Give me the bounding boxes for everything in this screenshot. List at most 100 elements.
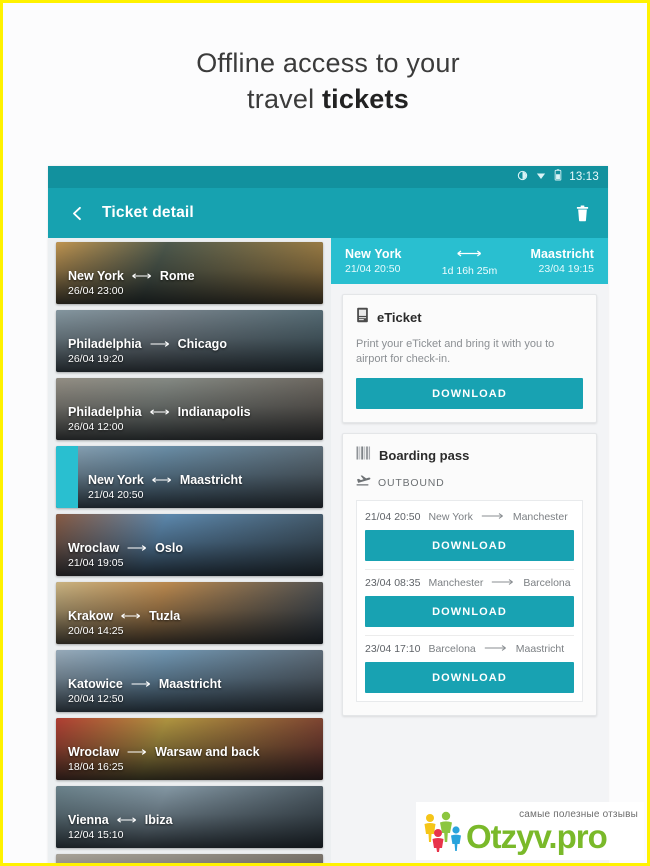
watermark: самые полезные отзывы Otzyv.pro <box>416 802 644 860</box>
route-destination-city: Maastricht <box>530 247 594 261</box>
segment-arrow-icon <box>484 643 508 655</box>
ticket-card-origin: Krakow <box>68 609 114 623</box>
ticket-card-destination: Indianapolis <box>177 405 251 419</box>
ticket-card-origin: New York <box>68 269 124 283</box>
app-body: New York Rome 26/04 23:00 Philadelphia Chica… <box>48 238 608 863</box>
ticket-card-selected-indicator <box>56 446 78 508</box>
status-bar: 13:13 <box>48 166 608 188</box>
eticket-card-header: eTicket <box>356 307 583 328</box>
boarding-pass-segments: 21/04 20:50 New York Manchester DOWNLOAD 23/… <box>356 500 583 702</box>
wifi-icon <box>535 168 547 186</box>
plane-takeoff-icon <box>356 474 371 492</box>
ticket-card-text: Philadelphia Indianapolis 26/04 12:00 <box>56 405 251 433</box>
ticket-card-origin: Katowice <box>68 677 123 691</box>
ticket-card-destination: Tuzla <box>149 609 181 623</box>
page-root: Offline access to your travel tickets 13… <box>0 0 650 866</box>
ticket-card-text: Wroclaw Oslo 21/04 19:05 <box>56 541 183 569</box>
segment-destination: Maastricht <box>515 643 565 655</box>
ticket-card-text: Krakow Tuzla 20/04 14:25 <box>56 609 180 637</box>
boarding-pass-segment: 21/04 20:50 New York Manchester DOWNLOAD <box>365 504 574 570</box>
ticket-card[interactable]: Vienna Ibiza 12/04 15:10 <box>56 786 323 848</box>
ticket-card-datetime: 20/04 14:25 <box>68 625 124 637</box>
barcode-icon <box>356 446 371 465</box>
segment-origin: Barcelona <box>428 643 476 655</box>
segment-route: 23/04 08:35 Manchester Barcelona <box>365 577 574 589</box>
route-origin-time: 21/04 20:50 <box>345 263 401 275</box>
boarding-pass-title: Boarding pass <box>379 448 470 463</box>
ticket-detail-pane: New York 21/04 20:50 1d 16h 25m Maastric… <box>331 238 608 863</box>
ticket-card-datetime: 18/04 16:25 <box>68 761 124 773</box>
segment-download-button[interactable]: DOWNLOAD <box>365 530 574 561</box>
route-arrow-icon <box>126 541 148 555</box>
ticket-card-origin: Philadelphia <box>68 337 142 351</box>
segment-download-button[interactable]: DOWNLOAD <box>365 596 574 627</box>
ticket-card-route: New York Rome <box>68 269 195 283</box>
ticket-card-route: Katowice Maastricht <box>68 677 221 691</box>
segment-datetime: 21/04 20:50 <box>365 511 421 523</box>
segment-datetime: 23/04 08:35 <box>365 577 421 589</box>
segment-download-button[interactable]: DOWNLOAD <box>365 662 574 693</box>
ticket-card[interactable]: New York Maastricht 21/04 20:50 <box>56 446 323 508</box>
ticket-card-datetime: 21/04 19:05 <box>68 557 124 569</box>
route-arrow-icon <box>131 269 153 283</box>
ticket-icon <box>356 307 369 328</box>
ticket-card-destination: Warsaw and back <box>155 745 260 759</box>
route-origin: New York 21/04 20:50 <box>345 247 428 275</box>
double-arrow-icon <box>456 245 484 263</box>
segment-arrow-icon <box>481 511 505 523</box>
route-arrow-icon <box>149 337 171 351</box>
segment-arrow-icon <box>491 577 515 589</box>
battery-icon <box>554 168 562 186</box>
ticket-card-origin: Vienna <box>68 813 109 827</box>
route-summary: New York 21/04 20:50 1d 16h 25m Maastric… <box>331 238 608 284</box>
ticket-card-route: Krakow Tuzla <box>68 609 180 623</box>
ticket-list[interactable]: New York Rome 26/04 23:00 Philadelphia Chica… <box>48 238 331 863</box>
ticket-card-destination: Ibiza <box>144 813 173 827</box>
ticket-card-overlay <box>56 854 323 863</box>
ticket-card[interactable]: Krakow Tuzla 20/04 14:25 <box>56 582 323 644</box>
ticket-card[interactable]: Wroclaw Oslo 21/04 19:05 <box>56 514 323 576</box>
promo-line-2-prefix: travel <box>247 84 322 114</box>
eticket-title: eTicket <box>377 310 422 325</box>
route-destination-time: 23/04 19:15 <box>538 263 594 275</box>
ticket-card[interactable]: Philadelphia Chicago 26/04 19:20 <box>56 310 323 372</box>
ticket-card[interactable] <box>56 854 323 863</box>
ticket-card-datetime: 26/04 19:20 <box>68 353 124 365</box>
promo-headline: Offline access to your travel tickets <box>3 45 647 117</box>
route-destination: Maastricht 23/04 19:15 <box>511 247 594 275</box>
ticket-card-route: Vienna Ibiza <box>68 813 173 827</box>
ticket-card-text: Philadelphia Chicago 26/04 19:20 <box>56 337 227 365</box>
ticket-card-origin: Wroclaw <box>68 745 120 759</box>
segment-origin: New York <box>428 511 473 523</box>
ticket-card-origin: Philadelphia <box>68 405 142 419</box>
promo-line-2-strong: tickets <box>321 84 409 114</box>
ticket-card[interactable]: New York Rome 26/04 23:00 <box>56 242 323 304</box>
ticket-card-destination: Maastricht <box>179 473 243 487</box>
segment-destination: Manchester <box>512 511 568 523</box>
eticket-download-button[interactable]: DOWNLOAD <box>356 378 583 409</box>
ticket-card[interactable]: Katowice Maastricht 20/04 12:50 <box>56 650 323 712</box>
ticket-card-destination: Chicago <box>177 337 227 351</box>
ticket-card[interactable]: Philadelphia Indianapolis 26/04 12:00 <box>56 378 323 440</box>
ticket-card-text: Katowice Maastricht 20/04 12:50 <box>56 677 221 705</box>
back-chevron-icon[interactable] <box>64 200 90 226</box>
otzyv-logo-icon <box>420 809 466 853</box>
route-origin-city: New York <box>345 247 402 261</box>
ticket-card-destination: Oslo <box>155 541 183 555</box>
route-arrow-icon <box>120 609 142 623</box>
ticket-card-datetime: 21/04 20:50 <box>88 489 144 501</box>
route-arrow-icon <box>116 813 138 827</box>
ticket-card-datetime: 26/04 12:00 <box>68 421 124 433</box>
ticket-card-datetime: 26/04 23:00 <box>68 285 124 297</box>
ticket-card[interactable]: Wroclaw Warsaw and back 18/04 16:25 <box>56 718 323 780</box>
ticket-card-datetime: 12/04 15:10 <box>68 829 124 841</box>
trash-icon[interactable] <box>570 201 594 225</box>
ticket-card-origin: Wroclaw <box>68 541 120 555</box>
route-arrow-icon <box>151 473 173 487</box>
watermark-text: самые полезные отзывы Otzyv.pro <box>466 802 644 860</box>
ticket-card-text: Wroclaw Warsaw and back 18/04 16:25 <box>56 745 260 773</box>
segment-route: 23/04 17:10 Barcelona Maastricht <box>365 643 574 655</box>
route-arrow-icon <box>149 405 171 419</box>
outbound-label: OUTBOUND <box>378 477 445 489</box>
ticket-card-destination: Rome <box>159 269 195 283</box>
